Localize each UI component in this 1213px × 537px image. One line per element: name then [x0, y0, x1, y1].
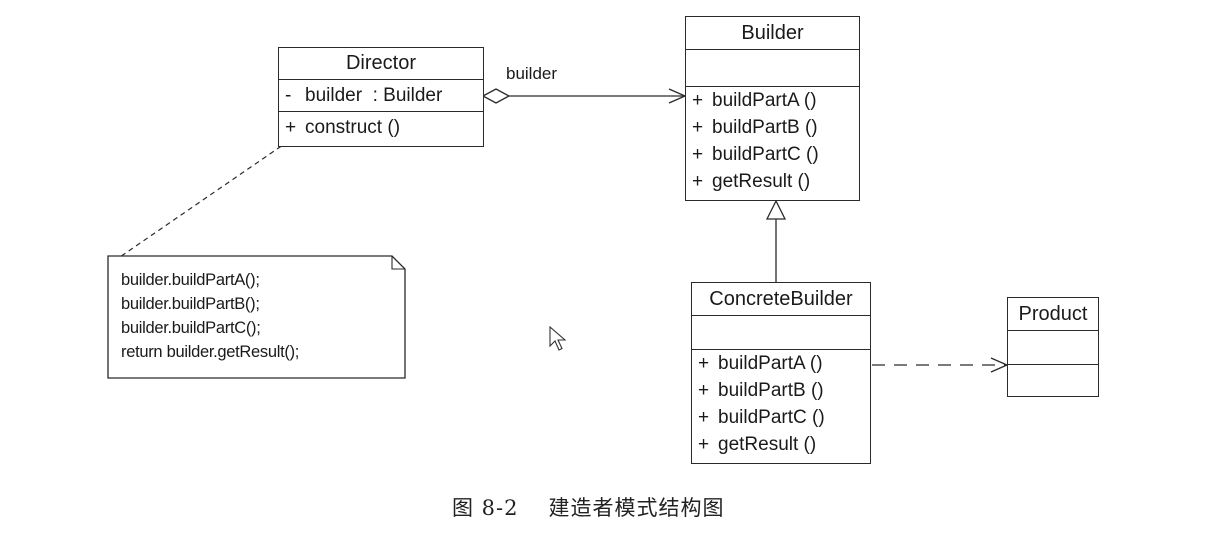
operation-text: buildPartB () [718, 380, 824, 401]
operation-text: getResult () [712, 171, 811, 192]
operations-section: + construct () [279, 112, 483, 141]
note-line: builder.buildPartA(); [121, 271, 260, 289]
operation-row: + getResult () [686, 168, 859, 195]
visibility-marker: + [692, 144, 704, 165]
operation-text: construct () [305, 117, 401, 138]
operation-row: + buildPartC () [686, 141, 859, 168]
figure-title: 建造者模式结构图 [548, 496, 725, 520]
visibility-marker: + [698, 434, 710, 455]
attributes-section [1008, 331, 1098, 365]
operation-row: + buildPartB () [692, 377, 870, 404]
class-product[interactable]: Product [1007, 297, 1099, 397]
figure-caption: 图 8-2 建造者模式结构图 [452, 492, 725, 522]
operation-row: + getResult () [692, 431, 870, 458]
note-line: return builder.getResult(); [121, 343, 300, 361]
note-line: builder.buildPartB(); [121, 295, 260, 313]
operation-text: getResult () [718, 434, 817, 455]
note-text: builder.buildPartA(); builder.buildPartB… [121, 268, 299, 364]
operations-section [1008, 365, 1098, 397]
attribute-row: - builder : Builder [279, 82, 483, 109]
figure-number: 图 8-2 [452, 496, 519, 520]
visibility-marker: + [698, 407, 710, 428]
operation-text: buildPartC () [718, 407, 825, 428]
aggregation-connector [481, 88, 687, 104]
generalization-connector [765, 199, 787, 283]
visibility-marker: + [692, 171, 704, 192]
class-concrete-builder[interactable]: ConcreteBuilder + buildPartA () + buildPar… [691, 282, 871, 464]
operation-text: buildPartA () [712, 90, 817, 111]
operation-row: + buildPartA () [692, 350, 870, 377]
operations-section: + buildPartA () + buildPartB () + buildPart… [686, 87, 859, 195]
operation-text: buildPartA () [718, 353, 823, 374]
class-builder[interactable]: Builder + buildPartA () + buildPartB () + b… [685, 16, 860, 201]
attributes-section [686, 50, 859, 87]
operations-section: + buildPartA () + buildPartB () + buildPart… [692, 350, 870, 458]
note-line: builder.buildPartC(); [121, 319, 261, 337]
attributes-section: - builder : Builder [279, 80, 483, 112]
visibility-marker: + [698, 353, 710, 374]
visibility-marker: + [692, 90, 704, 111]
inheritance-triangle [765, 199, 787, 220]
class-name: Product [1008, 298, 1098, 331]
visibility-marker: + [698, 380, 710, 401]
note-anchor-line [116, 135, 297, 260]
class-name: Builder [686, 17, 859, 50]
dependency-connector [872, 357, 1009, 373]
operation-row: + buildPartB () [686, 114, 859, 141]
class-name: ConcreteBuilder [692, 283, 870, 316]
attributes-section [692, 316, 870, 350]
class-name: Director [279, 48, 483, 80]
mouse-cursor-icon [549, 325, 569, 357]
association-role-label: builder [506, 64, 558, 83]
operation-row: + construct () [279, 114, 483, 141]
operation-text: buildPartB () [712, 117, 818, 138]
operation-text: buildPartC () [712, 144, 819, 165]
visibility-marker: + [692, 117, 704, 138]
operation-row: + buildPartC () [692, 404, 870, 431]
attribute-text: builder : Builder [305, 85, 443, 106]
visibility-marker: - [285, 85, 292, 106]
operation-row: + buildPartA () [686, 87, 859, 114]
visibility-marker: + [285, 117, 297, 138]
class-director[interactable]: Director - builder : Builder + construct… [278, 47, 484, 147]
aggregation-diamond [481, 88, 511, 104]
